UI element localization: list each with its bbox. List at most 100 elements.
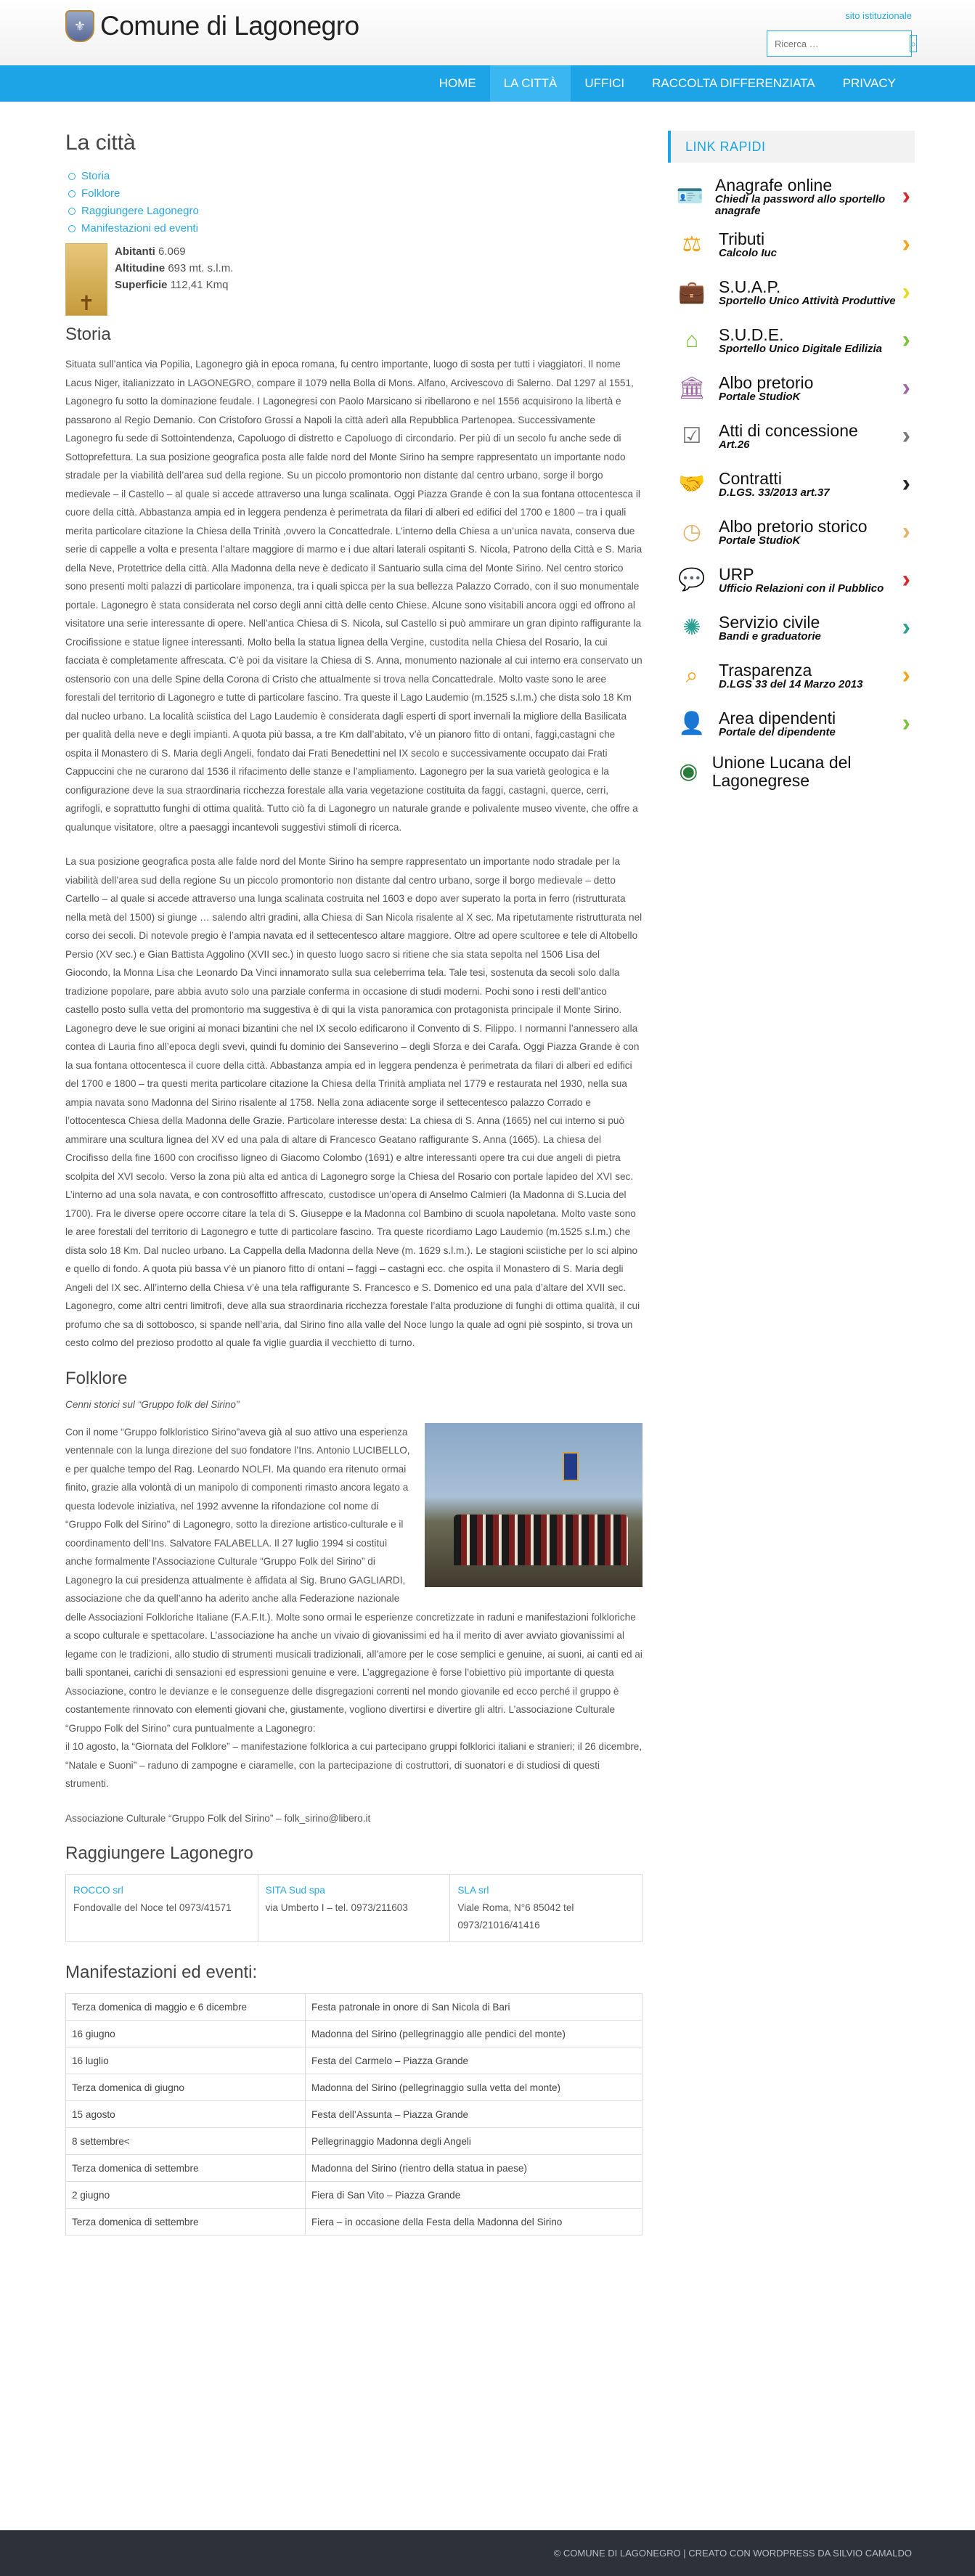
quick-link-title: S.U.D.E. bbox=[719, 325, 784, 344]
storia-paragraph-1: Situata sull’antica via Popilia, Lagoneg… bbox=[65, 359, 642, 833]
crest-icon: ⚜ bbox=[65, 10, 94, 42]
scales-icon: ⚖ bbox=[682, 232, 702, 256]
quick-link-text: Anagrafe online Chiedi la password allo s… bbox=[715, 176, 915, 217]
chevron-right-icon: › bbox=[902, 470, 910, 497]
raggiungere-heading: Raggiungere Lagonegro bbox=[65, 1843, 253, 1863]
town-facts: ✝ Abitanti 6.069 Altitudine 693 mt. s.l.… bbox=[65, 243, 642, 316]
table-of-contents: Storia Folklore Raggiungere Lagonegro Ma… bbox=[68, 170, 642, 235]
transport-companies-table: ROCCO srl Fondovalle del Noce tel 0973/41… bbox=[65, 1874, 642, 1942]
toc-link-raggiungere[interactable]: Raggiungere Lagonegro bbox=[81, 205, 199, 217]
event-date: 16 giugno bbox=[65, 2020, 306, 2047]
quick-link-item[interactable]: ⌕ Trasparenza D.LGS 33 del 14 Marzo 2013 › bbox=[668, 652, 915, 700]
quick-link-item[interactable]: 🏛 Albo pretorio Portale StudioK › bbox=[668, 364, 915, 412]
toc-item: Manifestazioni ed eventi bbox=[68, 222, 642, 235]
nav-la-citta[interactable]: LA CITTÀ bbox=[489, 65, 571, 102]
site-title[interactable]: Comune di Lagonegro bbox=[100, 11, 359, 41]
clock-icon: ◷ bbox=[682, 520, 702, 544]
storia-heading: Storia bbox=[65, 325, 111, 344]
quick-link-item[interactable]: ⚖ Tributi Calcolo Iuc › bbox=[668, 221, 915, 269]
quick-link-item[interactable]: ◷ Albo pretorio storico Portale StudioK › bbox=[668, 508, 915, 556]
magnifier-icon: ⌕ bbox=[685, 663, 698, 688]
quick-link-text: Area dipendenti Portale del dipendente bbox=[719, 709, 836, 738]
quick-link-item[interactable]: 💬 URP Ufficio Relazioni con il Pubblico › bbox=[668, 556, 915, 604]
chevron-right-icon: › bbox=[902, 518, 910, 545]
toc-link-storia[interactable]: Storia bbox=[81, 170, 110, 182]
folklore-body: Con il nome “Gruppo folkloristico Sirino… bbox=[65, 1422, 642, 1828]
building-icon: 🏛 bbox=[677, 376, 706, 400]
chevron-right-icon: › bbox=[902, 278, 910, 306]
quick-link-text: S.U.A.P. Sportello Unico Attività Produtt… bbox=[719, 277, 896, 307]
quick-link-item[interactable]: 💼 S.U.A.P. Sportello Unico Attività Produt… bbox=[668, 269, 915, 317]
folklore-paragraph-2: Associazione Culturale “Gruppo Folk del … bbox=[65, 1812, 371, 1824]
quick-link-text: Albo pretorio storico Portale StudioK bbox=[719, 517, 868, 547]
event-name: Madonna del Sirino (rientro della statua… bbox=[305, 2154, 642, 2182]
main-content: La città Storia Folklore Raggiungere Lag… bbox=[65, 131, 642, 2256]
main-nav: HOME LA CITTÀ UFFICI RACCOLTA DIFFERENZI… bbox=[425, 65, 910, 102]
event-date: 8 settembre< bbox=[65, 2127, 306, 2155]
quick-link-text: Albo pretorio Portale StudioK bbox=[719, 372, 814, 403]
table-cell: SITA Sud spa via Umberto I – tel. 0973/21… bbox=[257, 1874, 451, 1942]
event-name: Madonna del Sirino (pellegrinaggio alle … bbox=[305, 2020, 642, 2047]
event-date: Terza domenica di settembre bbox=[65, 2154, 306, 2182]
toc-item: Storia bbox=[68, 170, 642, 182]
quick-link-subtitle: Bandi e graduatorie bbox=[719, 629, 821, 643]
search-input[interactable] bbox=[767, 31, 910, 56]
quick-link-text: Servizio civile Bandi e graduatorie bbox=[719, 612, 821, 643]
table-row: 16 giugno Madonna del Sirino (pellegrinag… bbox=[65, 2020, 642, 2047]
site-logo[interactable]: ⚜ Comune di Lagonegro bbox=[65, 10, 359, 42]
quick-link-item[interactable]: ☑ Atti di concessione Art.26 › bbox=[668, 412, 915, 460]
site-footer: © COMUNE DI LAGONEGRO | CREATO CON WORDP… bbox=[0, 2530, 975, 2576]
quick-link-title: Albo pretorio bbox=[719, 372, 814, 392]
event-name: Fiera di San Vito – Piazza Grande bbox=[305, 2181, 642, 2209]
quick-link-item[interactable]: ⌂ S.U.D.E. Sportello Unico Digitale Ediliz… bbox=[668, 317, 915, 364]
quick-link-title: Servizio civile bbox=[719, 612, 820, 632]
company-link-sita[interactable]: SITA Sud spa bbox=[266, 1885, 325, 1896]
fact-altitudine: Altitudine 693 mt. s.l.m. bbox=[115, 262, 234, 274]
search-icon: ⌕ bbox=[910, 37, 916, 49]
quick-link-item[interactable]: ◉ Unione Lucana del Lagonegrese bbox=[668, 748, 915, 796]
chevron-right-icon: › bbox=[902, 326, 910, 354]
nav-raccolta-differenziata[interactable]: RACCOLTA DIFFERENZIATA bbox=[638, 65, 828, 102]
fact-superficie: Superficie 112,41 Kmq bbox=[115, 279, 229, 291]
event-date: 15 agosto bbox=[65, 2100, 306, 2128]
sidebar-heading: LINK RAPIDI bbox=[668, 131, 915, 163]
nav-uffici[interactable]: UFFICI bbox=[571, 65, 638, 102]
footer-credits[interactable]: © COMUNE DI LAGONEGRO | CREATO CON WORDP… bbox=[554, 2548, 912, 2559]
search-button[interactable]: ⌕ bbox=[910, 35, 917, 52]
quick-link-subtitle: D.LGS 33 del 14 Marzo 2013 bbox=[719, 677, 863, 690]
quick-link-title: Contratti bbox=[719, 468, 782, 488]
chevron-right-icon: › bbox=[902, 182, 910, 210]
table-row: 2 giugno Fiera di San Vito – Piazza Grand… bbox=[65, 2181, 642, 2209]
user-icon: 👤 bbox=[678, 712, 706, 735]
quick-link-item[interactable]: 👤 Area dipendenti Portale del dipendente › bbox=[668, 700, 915, 748]
chevron-right-icon: › bbox=[902, 374, 910, 402]
toc-link-folklore[interactable]: Folklore bbox=[81, 187, 120, 200]
nav-home[interactable]: HOME bbox=[425, 65, 490, 102]
eventi-heading: Manifestazioni ed eventi: bbox=[65, 1962, 258, 1982]
company-link-rocco[interactable]: ROCCO srl bbox=[73, 1885, 123, 1896]
event-name: Pellegrinaggio Madonna degli Angeli bbox=[305, 2127, 642, 2155]
search-form: ⌕ bbox=[767, 30, 917, 57]
facts-list: Abitanti 6.069 Altitudine 693 mt. s.l.m.… bbox=[115, 243, 233, 316]
toc-link-eventi[interactable]: Manifestazioni ed eventi bbox=[81, 222, 198, 235]
nav-privacy[interactable]: PRIVACY bbox=[829, 65, 910, 102]
institutional-site-link[interactable]: sito istituzionale bbox=[845, 10, 912, 21]
quick-link-item[interactable]: 🤝 Contratti D.LGS. 33/2013 art.37 › bbox=[668, 460, 915, 508]
company-link-sla[interactable]: SLA srl bbox=[457, 1885, 489, 1896]
quick-link-title: Trasparenza bbox=[719, 660, 812, 680]
quick-link-item[interactable]: 🪪 Anagrafe online Chiedi la password allo … bbox=[668, 173, 915, 221]
table-row: Terza domenica di maggio e 6 dicembre Fes… bbox=[65, 1993, 642, 2021]
event-name: Festa del Carmelo – Piazza Grande bbox=[305, 2047, 642, 2074]
main-navbar: HOME LA CITTÀ UFFICI RACCOLTA DIFFERENZI… bbox=[0, 65, 975, 102]
sidebar: LINK RAPIDI 🪪 Anagrafe online Chiedi la pa… bbox=[668, 131, 915, 796]
quick-link-title: Area dipendenti bbox=[719, 708, 836, 727]
house-icon: ⌂ bbox=[685, 327, 699, 352]
quick-link-title: S.U.A.P. bbox=[719, 277, 781, 296]
quick-link-subtitle: Art.26 bbox=[719, 438, 750, 451]
quick-link-subtitle: Ufficio Relazioni con il Pubblico bbox=[719, 582, 884, 595]
quick-link-item[interactable]: ✺ Servizio civile Bandi e graduatorie › bbox=[668, 604, 915, 652]
quick-link-text: Atti di concessione Art.26 bbox=[719, 421, 858, 451]
quick-link-text: Trasparenza D.LGS 33 del 14 Marzo 2013 bbox=[719, 661, 862, 690]
page-title: La città bbox=[65, 131, 136, 155]
event-date: 16 luglio bbox=[65, 2047, 306, 2074]
